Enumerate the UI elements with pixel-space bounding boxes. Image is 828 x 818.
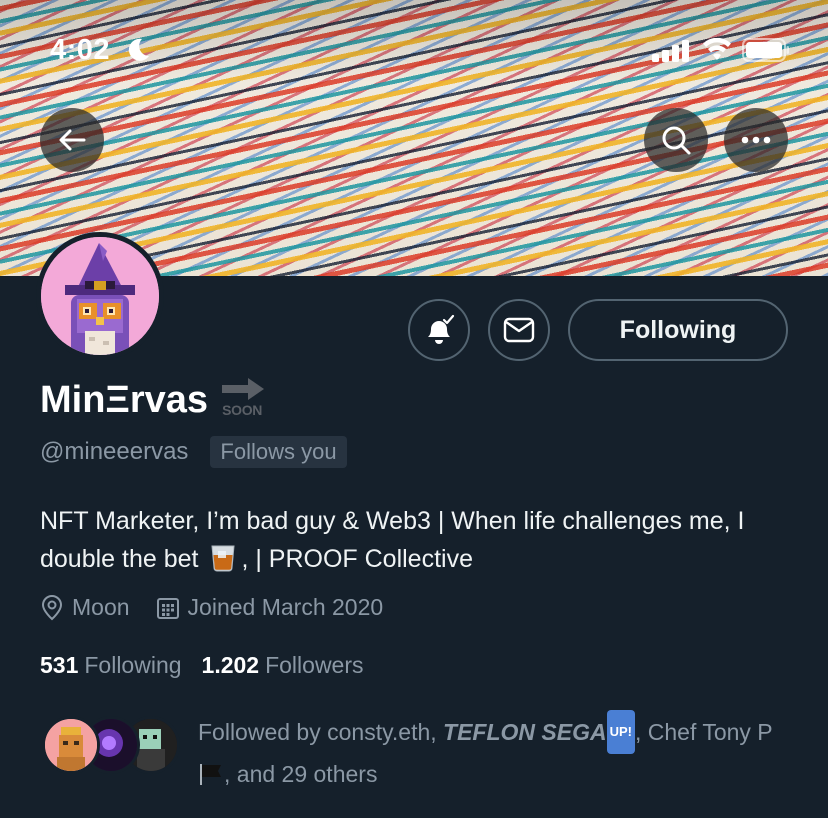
cellular-signal-icon <box>652 40 689 62</box>
tumbler-glass-emoji-icon <box>211 545 235 572</box>
following-count: 531 <box>40 652 79 678</box>
following-label: Following <box>84 652 182 678</box>
back-button[interactable] <box>40 108 104 172</box>
envelope-icon <box>503 317 535 343</box>
handle-row: @mineeervas Follows you <box>40 436 347 468</box>
bio-text-part2: , | PROOF Collective <box>241 545 473 573</box>
up-emoji-badge: UP! <box>606 710 635 754</box>
joined-item: Joined March 2020 <box>156 594 384 621</box>
status-time: 4:02 <box>50 34 111 66</box>
followed-by-prefix: Followed by consty.eth, <box>198 719 444 745</box>
mutual-avatar-1 <box>42 716 100 774</box>
profile-stats: 531 Following 1.202 Followers <box>40 652 384 679</box>
followers-count: 1.202 <box>201 652 260 678</box>
username-handle: @mineeervas <box>40 438 189 465</box>
profile-meta: Moon Joined March 2020 <box>40 594 409 621</box>
followers-label: Followers <box>265 652 364 678</box>
arrow-left-icon <box>59 129 86 151</box>
profile-avatar[interactable] <box>36 232 164 360</box>
followed-by-teflon: TEFLON SEGA <box>443 719 607 745</box>
calendar-icon <box>156 597 179 619</box>
battery-icon <box>742 38 789 62</box>
status-bar: 4:02 <box>0 26 828 70</box>
bell-check-icon <box>428 314 455 344</box>
location-text: Moon <box>72 594 130 620</box>
followers-stat[interactable]: 1.202 Followers <box>202 652 364 679</box>
more-button[interactable] <box>724 108 788 172</box>
more-horizontal-icon <box>741 136 771 144</box>
followed-by-text: Followed by consty.eth, TEFLON SEGA UP!, … <box>198 710 798 794</box>
location-pin-icon <box>41 594 63 620</box>
moon-icon <box>128 38 149 61</box>
search-button[interactable] <box>644 108 708 172</box>
followed-by-middle: , Chef Tony P <box>634 719 773 745</box>
soon-badge: SOON <box>220 378 268 418</box>
arrow-right-icon <box>222 378 265 400</box>
black-flag-emoji-icon <box>200 764 221 785</box>
wifi-icon <box>703 38 731 60</box>
following-stat[interactable]: 531 Following <box>40 652 182 679</box>
followed-by-suffix: , and 29 others <box>224 761 378 787</box>
notifications-button[interactable] <box>408 299 470 361</box>
wizard-owl-avatar-image <box>41 237 159 355</box>
profile-bio: NFT Marketer, I’m bad guy & Web3 | When … <box>40 502 800 578</box>
location-item: Moon <box>40 594 130 621</box>
follows-you-badge: Follows you <box>210 436 347 468</box>
mutual-follower-avatars <box>42 716 182 776</box>
message-button[interactable] <box>488 299 550 361</box>
joined-text: Joined March 2020 <box>187 594 384 620</box>
display-name: MinΞrvas <box>40 379 209 421</box>
search-icon <box>662 126 691 155</box>
soon-label: SOON <box>222 402 263 418</box>
name-row: MinΞrvas SOON <box>40 378 268 422</box>
following-button[interactable]: Following <box>568 299 788 361</box>
